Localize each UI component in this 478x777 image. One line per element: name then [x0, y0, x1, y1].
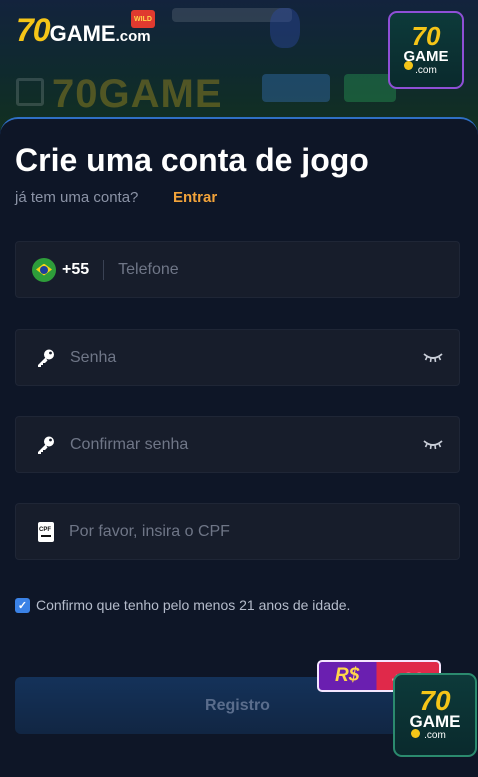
- logo-com: .com: [115, 28, 151, 45]
- app-icon-com: .com: [424, 730, 446, 741]
- key-icon: [38, 349, 54, 367]
- eye-closed-icon[interactable]: [423, 439, 443, 451]
- key-icon: [38, 436, 54, 454]
- field-divider: [103, 259, 105, 280]
- confirm-password-input[interactable]: [68, 434, 423, 455]
- age-checkbox-label[interactable]: Confirmo que tenho pelo menos 21 anos de…: [36, 597, 350, 613]
- age-confirmation[interactable]: ✓ Confirmo que tenho pelo menos 21 anos …: [15, 597, 350, 613]
- phone-field[interactable]: +55: [15, 241, 460, 298]
- wild-badge: WILD: [131, 10, 155, 28]
- background-menu-icon: [16, 78, 44, 106]
- password-input[interactable]: [68, 347, 423, 368]
- coin-icon: [404, 61, 413, 70]
- eye-closed-icon[interactable]: [423, 352, 443, 364]
- phone-input[interactable]: [116, 259, 459, 280]
- background-login-button: [262, 74, 330, 102]
- app-download-icon[interactable]: 70 GAME .com: [388, 11, 464, 89]
- brazil-flag-icon[interactable]: [32, 257, 56, 282]
- logo-game: GAME: [49, 21, 116, 46]
- floating-app-icon[interactable]: 70 GAME .com: [393, 673, 477, 757]
- app-icon-number: 70: [411, 21, 441, 51]
- cpf-field[interactable]: CPF: [15, 503, 460, 560]
- app-icon-number: 70: [419, 685, 451, 716]
- app-icon-game: GAME: [409, 712, 461, 731]
- coin-icon: [411, 729, 420, 738]
- logo-number: 70: [16, 12, 51, 48]
- login-link[interactable]: Entrar: [173, 189, 217, 206]
- cpf-icon: CPF: [38, 521, 54, 542]
- have-account-text: já tem uma conta?: [15, 189, 139, 206]
- country-code[interactable]: +55: [62, 261, 89, 279]
- page-title: Crie uma conta de jogo: [15, 142, 369, 178]
- password-field[interactable]: [15, 329, 460, 386]
- bonus-currency: R$: [335, 665, 360, 686]
- cpf-input[interactable]: [67, 521, 459, 542]
- background-mascot: [270, 8, 300, 48]
- background-logo: 70GAME: [52, 72, 223, 116]
- app-icon-com: .com: [415, 65, 437, 76]
- confirm-password-field[interactable]: [15, 416, 460, 473]
- age-checkbox[interactable]: ✓: [15, 597, 30, 613]
